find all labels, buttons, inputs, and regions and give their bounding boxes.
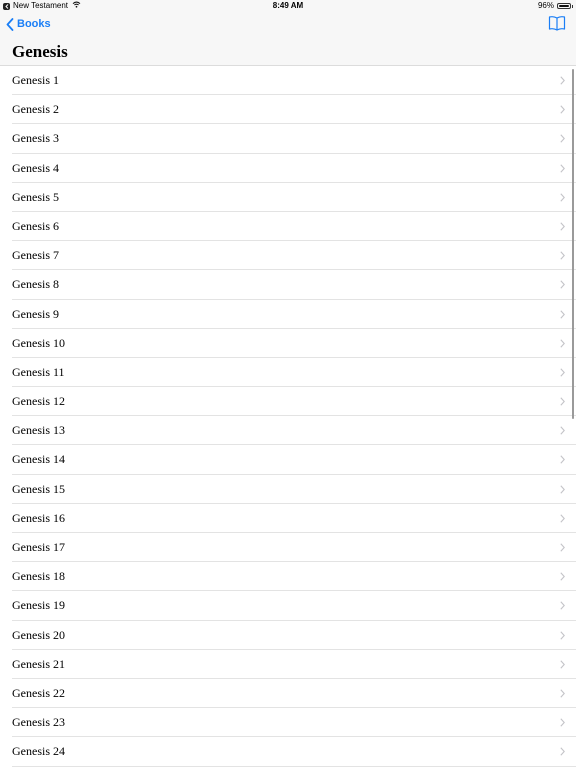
chapter-row[interactable]: Genesis 21	[0, 650, 576, 680]
chevron-right-icon	[560, 718, 565, 727]
chevron-right-icon	[560, 309, 565, 319]
chapter-row[interactable]: Genesis 8	[0, 270, 576, 300]
page-title: Genesis	[12, 42, 68, 61]
chevron-right-icon	[560, 134, 565, 143]
chapter-row[interactable]: Genesis 9	[0, 300, 576, 329]
chevron-right-icon	[560, 76, 565, 85]
chapter-label: Genesis 12	[12, 394, 65, 409]
chapter-label: Genesis 24	[12, 744, 65, 759]
chapter-label: Genesis 3	[12, 131, 59, 146]
chevron-right-icon	[560, 368, 565, 377]
chapter-label: Genesis 16	[12, 510, 65, 525]
chapter-label: Genesis 23	[12, 715, 65, 730]
chevron-right-icon	[560, 426, 565, 435]
chevron-right-icon	[560, 251, 565, 260]
chapter-row[interactable]: Genesis 13	[0, 416, 576, 446]
status-bar: New Testament 8:49 AM 96%	[0, 0, 576, 12]
back-button[interactable]: Books	[6, 16, 51, 32]
chapter-row[interactable]: Genesis 22	[0, 679, 576, 709]
book-icon	[548, 16, 566, 31]
chapter-label: Genesis 21	[12, 656, 65, 671]
chapter-row[interactable]: Genesis 5	[0, 183, 576, 213]
chevron-left-icon	[6, 17, 14, 31]
chapter-label: Genesis 5	[12, 189, 59, 204]
chevron-right-icon	[560, 514, 565, 523]
battery-nub	[572, 4, 573, 8]
book-button[interactable]	[548, 15, 566, 31]
chapter-row[interactable]: Genesis 1	[0, 66, 576, 96]
chapter-label: Genesis 14	[12, 452, 65, 467]
chapter-row[interactable]: Genesis 24	[0, 737, 576, 767]
status-time: 8:49 AM	[272, 1, 304, 10]
navigation-bar: Books Genesis	[0, 12, 576, 66]
chapter-label: Genesis 17	[12, 540, 65, 554]
chevron-right-icon	[560, 660, 565, 669]
chevron-right-icon	[560, 105, 565, 114]
chapter-list: Genesis 1 Genesis 2 Genesis 3 Genesis 4 Gene…	[0, 66, 576, 767]
chapter-label: Genesis 10	[12, 335, 65, 350]
chevron-right-icon	[560, 397, 565, 406]
chapter-row[interactable]: Genesis 10	[0, 329, 576, 359]
chapter-label: Genesis 11	[12, 364, 65, 379]
chapter-row[interactable]: Genesis 19	[0, 591, 576, 621]
chevron-right-icon	[560, 630, 565, 640]
chevron-right-icon	[560, 455, 565, 465]
chapter-label: Genesis 1	[12, 73, 59, 87]
chapter-row[interactable]: Genesis 14	[0, 445, 576, 475]
chapter-row[interactable]: Genesis 20	[0, 621, 576, 650]
chapter-label: Genesis 15	[12, 481, 65, 496]
status-right: 96%	[538, 0, 573, 12]
chevron-right-icon	[560, 747, 565, 756]
chapter-label: Genesis 6	[12, 218, 59, 233]
chapter-row[interactable]: Genesis 12	[0, 387, 576, 417]
chapter-label: Genesis 9	[12, 306, 59, 321]
scroll-indicator[interactable]	[572, 69, 574, 419]
chevron-right-icon	[560, 193, 565, 202]
battery-percent: 96%	[537, 1, 554, 10]
chevron-right-icon	[560, 689, 565, 698]
chapter-row[interactable]: Genesis 17	[0, 533, 576, 563]
chapter-row[interactable]: Genesis 6	[0, 212, 576, 242]
chapter-row[interactable]: Genesis 7	[0, 241, 576, 271]
chapter-label: Genesis 18	[12, 569, 65, 584]
back-button-label: Books	[17, 18, 51, 30]
chapter-label: Genesis 4	[12, 160, 59, 175]
chevron-right-icon	[560, 280, 565, 289]
chapter-label: Genesis 7	[12, 248, 59, 263]
chapter-row[interactable]: Genesis 2	[0, 95, 576, 125]
chapter-row[interactable]: Genesis 11	[0, 358, 576, 388]
chevron-right-icon	[560, 485, 565, 494]
battery-icon	[557, 3, 571, 9]
chevron-right-icon	[560, 222, 565, 231]
chapter-row[interactable]: Genesis 3	[0, 124, 576, 154]
chapter-row[interactable]: Genesis 18	[0, 562, 576, 592]
chapter-row[interactable]: Genesis 23	[0, 708, 576, 738]
chapter-label: Genesis 19	[12, 598, 65, 613]
chapter-row[interactable]: Genesis 4	[0, 154, 576, 183]
chapter-label: Genesis 22	[12, 685, 65, 700]
chevron-right-icon	[560, 163, 565, 173]
chapter-row[interactable]: Genesis 16	[0, 504, 576, 534]
chevron-right-icon	[560, 572, 565, 581]
chapter-label: Genesis 8	[12, 277, 59, 292]
chapter-label: Genesis 13	[12, 423, 65, 438]
chapter-row[interactable]: Genesis 15	[0, 475, 576, 505]
battery-fill	[559, 5, 569, 7]
chapter-label: Genesis 20	[12, 627, 65, 642]
chevron-right-icon	[560, 543, 565, 552]
chapter-label: Genesis 2	[12, 102, 59, 117]
chevron-right-icon	[560, 339, 565, 348]
chevron-right-icon	[560, 601, 565, 610]
